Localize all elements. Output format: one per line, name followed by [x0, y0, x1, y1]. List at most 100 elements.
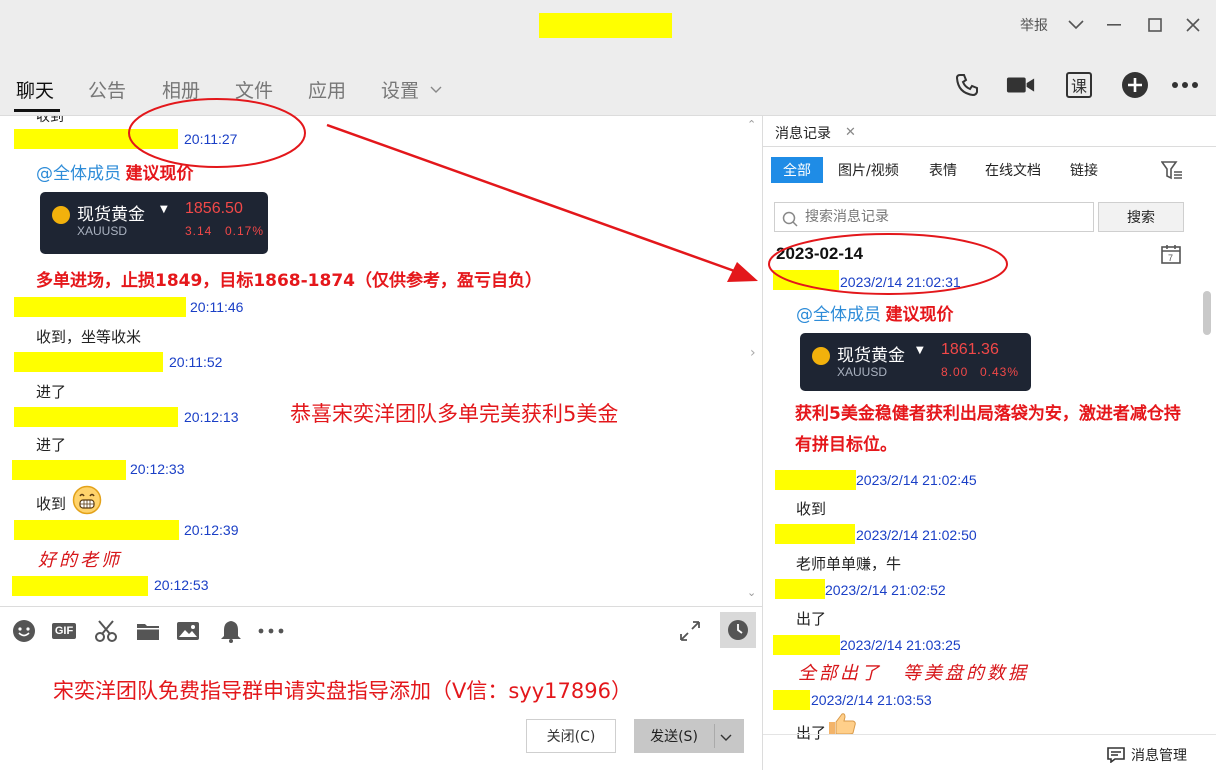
message-timestamp: 2023/2/14 21:03:25 — [840, 637, 961, 653]
scissors-icon[interactable] — [93, 618, 119, 644]
gold-quote-card[interactable]: 现货黄金 ▼ XAUUSD 1861.36 8.00 0.43% — [800, 333, 1031, 391]
redacted-username — [12, 576, 148, 596]
message-manager-label: 消息管理 — [1131, 748, 1187, 764]
message-timestamp: 20:12:39 — [184, 522, 239, 538]
tab-apps[interactable]: 应用 — [308, 76, 346, 103]
report-button[interactable]: 举报 — [1020, 15, 1048, 35]
folder-icon[interactable] — [135, 618, 161, 644]
more-icon[interactable] — [258, 618, 284, 644]
message-timestamp: 20:11:52 — [169, 354, 223, 370]
date-header: 2023-02-14 — [776, 244, 863, 263]
collapse-icon[interactable]: ⌃ — [747, 118, 756, 131]
image-icon[interactable] — [175, 618, 201, 644]
mention-all[interactable]: @全体成员 — [796, 305, 881, 325]
redacted-username — [12, 460, 126, 480]
mention-line: @全体成员 建议现价 — [796, 300, 953, 325]
message-text: 全部出了 等美盘的数据 — [798, 663, 1029, 684]
message-timestamp: 2023/2/14 21:02:31 — [840, 274, 961, 290]
message-text: 老师单单赚，牛 — [796, 555, 902, 573]
tab-chat[interactable]: 聊天 — [16, 76, 54, 103]
minimize-icon[interactable] — [1102, 13, 1126, 37]
redacted-username — [773, 270, 839, 290]
history-search-input[interactable]: 搜索消息记录 — [774, 202, 1094, 232]
message-text: 收到 — [36, 495, 67, 513]
phone-icon[interactable] — [952, 70, 982, 100]
redacted-title — [539, 13, 672, 38]
caret-down-icon: ▼ — [160, 204, 168, 215]
redacted-username — [775, 579, 825, 599]
message-timestamp: 2023/2/14 21:03:53 — [811, 692, 932, 708]
tab-settings[interactable]: 设置 — [381, 76, 419, 103]
redacted-username — [773, 690, 810, 710]
message-timestamp: 20:12:53 — [154, 577, 209, 593]
lesson-button[interactable]: 课 — [1064, 70, 1094, 100]
close-icon[interactable] — [1181, 13, 1205, 37]
more-icon[interactable] — [1170, 70, 1200, 100]
add-icon[interactable] — [1120, 70, 1150, 100]
mention-all[interactable]: @全体成员 — [36, 164, 121, 184]
history-clock-icon[interactable] — [720, 612, 756, 648]
filter-all[interactable]: 全部 — [771, 157, 823, 183]
message-text: 收到 — [36, 116, 64, 125]
message-text: 收到，坐等收米 — [36, 328, 142, 346]
close-button[interactable]: 关闭(C) — [526, 719, 616, 753]
promo-text: 宋奕洋团队免费指导群申请实盘指导添加（V信：syy17896） — [53, 679, 632, 703]
divider — [763, 146, 1216, 147]
redacted-username — [14, 129, 178, 149]
filter-stickers[interactable]: 表情 — [929, 157, 957, 183]
message-manager-button[interactable]: 消息管理 — [1107, 745, 1187, 765]
chevron-down-icon[interactable] — [720, 730, 732, 746]
redacted-username — [14, 407, 178, 427]
tab-album[interactable]: 相册 — [162, 76, 200, 103]
message-timestamp: 2023/2/14 21:02:52 — [825, 582, 946, 598]
filter-links[interactable]: 链接 — [1070, 157, 1098, 183]
scrollbar-thumb[interactable] — [1203, 291, 1211, 335]
quote-change-pct: 0.43% — [980, 365, 1020, 379]
chevron-down-icon[interactable] — [1064, 13, 1088, 37]
input-area[interactable]: GIF 宋奕洋团队免费指导群申请实盘指导添加（V信：syy17896） 关闭(C… — [0, 606, 762, 770]
message-timestamp: 20:12:33 — [130, 461, 185, 477]
message-text: 收到 — [796, 500, 827, 518]
svg-text:7: 7 — [1168, 253, 1173, 263]
filter-media[interactable]: 图片/视频 — [838, 157, 899, 183]
close-icon[interactable]: ✕ — [845, 125, 856, 140]
quote-change-pct: 0.17% — [225, 224, 265, 238]
redacted-username — [14, 297, 186, 317]
history-tab[interactable]: 消息记录 — [775, 123, 831, 143]
search-button[interactable]: 搜索 — [1098, 202, 1184, 232]
bell-icon[interactable] — [218, 618, 244, 644]
maximize-icon[interactable] — [1143, 13, 1167, 37]
tab-files[interactable]: 文件 — [235, 76, 273, 103]
filter-icon[interactable] — [1160, 161, 1183, 185]
calendar-icon[interactable]: 7 — [1161, 244, 1181, 268]
chat-message-area[interactable]: 收到 ⌃ 20:11:27 @全体成员 建议现价 现货黄金 ▼ XAUUSD 1… — [0, 116, 762, 606]
quote-name: 现货黄金 — [837, 346, 905, 366]
lesson-label: 课 — [1066, 72, 1092, 98]
chevron-right-icon[interactable]: › — [750, 345, 756, 361]
quote-change: 8.00 — [941, 365, 969, 379]
chevron-down-icon[interactable] — [430, 82, 442, 98]
send-button[interactable]: 发送(S) — [634, 719, 744, 753]
message-text: 出了 — [796, 610, 827, 628]
caret-down-icon: ▼ — [916, 345, 924, 356]
filter-docs[interactable]: 在线文档 — [985, 157, 1041, 183]
gold-quote-card[interactable]: 现货黄金 ▼ XAUUSD 1856.50 3.14 0.17% — [40, 192, 268, 254]
tab-announcement[interactable]: 公告 — [88, 76, 126, 103]
mention-suffix: 建议现价 — [885, 305, 954, 325]
send-divider — [714, 724, 715, 748]
gif-label: GIF — [51, 623, 77, 639]
quote-price: 1861.36 — [941, 341, 999, 358]
gif-icon[interactable]: GIF — [51, 618, 77, 644]
title-bar: 举报 — [0, 0, 1216, 50]
redacted-username — [14, 352, 163, 372]
quote-code: XAUUSD — [837, 365, 888, 379]
expand-icon[interactable]: ⌄ — [747, 586, 756, 599]
emoji-icon[interactable] — [11, 618, 37, 644]
message-timestamp: 20:11:27 — [184, 131, 238, 147]
quote-name: 现货黄金 — [77, 205, 145, 225]
video-call-icon[interactable] — [1006, 70, 1036, 100]
message-history-panel: 消息记录 ✕ 全部 图片/视频 表情 在线文档 链接 搜索消息记录 搜索 202… — [763, 116, 1216, 770]
expand-editor-icon[interactable] — [677, 618, 703, 644]
message-text: 好的老师 — [38, 550, 122, 571]
mention-suffix: 建议现价 — [125, 164, 194, 184]
